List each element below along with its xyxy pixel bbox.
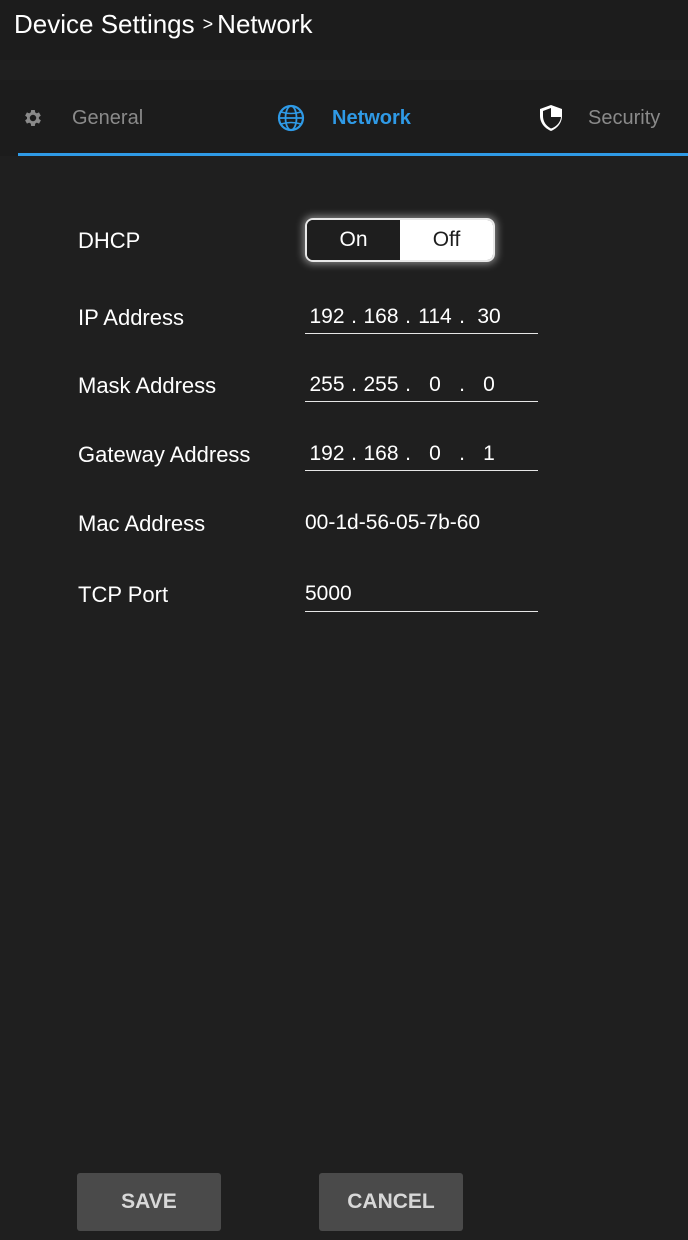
title-bar: Device Settings > Network xyxy=(0,0,688,60)
octet-separator: . xyxy=(405,305,411,328)
tab-network[interactable]: Network xyxy=(276,98,411,138)
mask-octet-3[interactable]: 0 xyxy=(413,373,457,397)
dhcp-toggle[interactable]: On Off xyxy=(305,218,495,262)
gateway-address-field[interactable]: 192. 168. 0. 1 xyxy=(305,437,538,471)
dhcp-label: DHCP xyxy=(78,228,141,253)
octet-separator: . xyxy=(351,305,357,328)
breadcrumb-parent[interactable]: Device Settings xyxy=(14,9,195,39)
octet-separator: . xyxy=(405,442,411,465)
octet-separator: . xyxy=(351,373,357,396)
octet-separator: . xyxy=(459,305,465,328)
ip-octet-2[interactable]: 168 xyxy=(359,305,403,329)
device-settings-page: Device Settings > Network General Networ… xyxy=(0,0,688,1240)
tab-general-label: General xyxy=(72,106,144,129)
active-tab-indicator xyxy=(18,153,688,156)
gear-icon xyxy=(22,107,44,129)
gateway-octet-3[interactable]: 0 xyxy=(413,442,457,466)
tab-bar: General Network Security xyxy=(0,80,688,156)
cancel-button[interactable]: CANCEL xyxy=(319,1173,463,1231)
tab-network-label: Network xyxy=(332,106,411,129)
save-button[interactable]: SAVE xyxy=(77,1173,221,1231)
ip-address-label: IP Address xyxy=(78,305,184,330)
gateway-octet-2[interactable]: 168 xyxy=(359,442,403,466)
mask-address-label: Mask Address xyxy=(78,373,217,398)
tcp-port-field[interactable]: 5000 xyxy=(305,578,538,612)
octet-separator: . xyxy=(459,373,465,396)
tab-security-label: Security xyxy=(588,106,661,129)
mask-octet-4[interactable]: 0 xyxy=(467,373,511,397)
ip-address-field[interactable]: 192. 168. 114. 30 xyxy=(305,300,538,334)
breadcrumb-current: Network xyxy=(217,9,313,39)
mask-octet-1[interactable]: 255 xyxy=(305,373,349,397)
breadcrumb: Device Settings > Network xyxy=(14,9,313,40)
octet-separator: . xyxy=(351,442,357,465)
dhcp-on-option[interactable]: On xyxy=(307,220,400,260)
mask-octet-2[interactable]: 255 xyxy=(359,373,403,397)
tcp-port-label: TCP Port xyxy=(78,582,169,607)
breadcrumb-separator: > xyxy=(202,14,214,34)
dhcp-off-option[interactable]: Off xyxy=(400,220,493,260)
ip-octet-4[interactable]: 30 xyxy=(467,305,511,329)
ip-octet-3[interactable]: 114 xyxy=(413,305,457,329)
octet-separator: . xyxy=(405,373,411,396)
mac-address-label: Mac Address xyxy=(78,511,206,536)
gateway-address-label: Gateway Address xyxy=(78,442,251,467)
gateway-octet-4[interactable]: 1 xyxy=(467,442,511,466)
ip-octet-1[interactable]: 192 xyxy=(305,305,349,329)
globe-icon xyxy=(276,103,306,133)
tab-general[interactable]: General xyxy=(22,98,143,138)
mask-address-field[interactable]: 255. 255. 0. 0 xyxy=(305,368,538,402)
gateway-octet-1[interactable]: 192 xyxy=(305,442,349,466)
tab-security[interactable]: Security xyxy=(538,98,660,138)
octet-separator: . xyxy=(459,442,465,465)
mac-address-value: 00-1d-56-05-7b-60 xyxy=(305,511,481,534)
shield-icon xyxy=(538,104,564,132)
